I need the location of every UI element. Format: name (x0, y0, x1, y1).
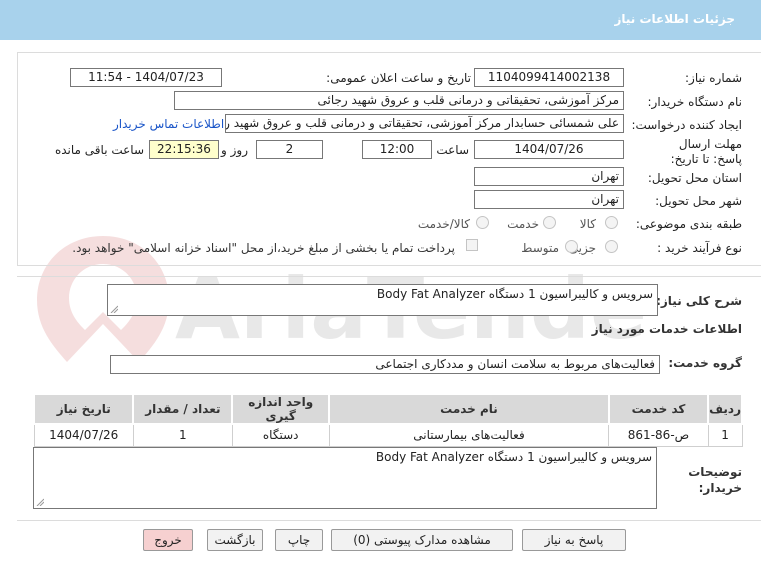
page-title: جزئیات اطلاعات نیاز (614, 12, 735, 26)
service-group-label: گروه خدمت: (668, 356, 742, 370)
requester-label: ایجاد کننده درخواست: (631, 118, 742, 132)
category-label: طبقه بندی موضوعی: (635, 217, 742, 231)
cell-unit: دستگاه (231, 423, 330, 447)
cell-row-number: 1 (707, 423, 743, 447)
process-medium-radio[interactable] (565, 240, 578, 253)
category-goods-radio[interactable] (605, 216, 618, 229)
cell-service-code: ص-86-861 (608, 423, 709, 447)
col-header-qty: تعداد / مقدار (132, 393, 234, 425)
service-group-field: فعالیت‌های مربوط به سلامت انسان و مددکار… (110, 355, 660, 374)
days-remaining-field: 2 (256, 140, 323, 159)
buyer-contact-link[interactable]: اطلاعات تماس خریدار (113, 117, 224, 131)
announce-label: تاریخ و ساعت اعلان عمومی: (326, 71, 471, 85)
services-table-header: ردیف کد خدمت نام خدمت واحد اندازه گیری ت… (32, 393, 743, 425)
services-section-title: اطلاعات خدمات مورد نیاز (591, 322, 742, 336)
back-button[interactable]: بازگشت (207, 529, 263, 551)
reply-button[interactable]: پاسخ به نیاز (522, 529, 626, 551)
resize-grip-icon[interactable] (36, 498, 44, 506)
province-field: تهران (474, 167, 624, 186)
view-attachments-button[interactable]: مشاهده مدارک پیوستی (0) (331, 529, 513, 551)
summary-field: سرویس و کالیبراسیون 1 دستگاه Body Fat An… (107, 284, 658, 316)
col-header-unit: واحد اندازه گیری (231, 393, 331, 425)
category-service-label: خدمت (507, 217, 539, 231)
buyer-org-label: نام دستگاه خریدار: (647, 95, 743, 109)
treasury-payment-note: پرداخت تمام یا بخشی از مبلغ خرید،از محل … (72, 241, 455, 255)
col-header-code: کد خدمت (607, 393, 710, 425)
summary-label: شرح کلی نیاز: (656, 294, 742, 308)
footer-divider (17, 520, 761, 521)
exit-button[interactable]: خروج (143, 529, 193, 551)
col-header-row: ردیف (707, 393, 743, 425)
process-medium-label: متوسط (521, 241, 559, 255)
col-header-date: تاریخ نیاز (32, 393, 135, 425)
buyer-notes-text: سرویس و کالیبراسیون 1 دستگاه Body Fat An… (375, 450, 652, 464)
deadline-date-field: 1404/07/26 (474, 140, 624, 159)
treasury-payment-checkbox[interactable] (466, 239, 478, 251)
remaining-time-field: 22:15:36 (149, 140, 219, 159)
need-number-label: شماره نیاز: (685, 71, 742, 85)
buyer-notes-field: سرویس و کالیبراسیون 1 دستگاه Body Fat An… (33, 447, 657, 509)
buyer-org-field: مرکز آموزشی، تحقیقاتی و درمانی قلب و عرو… (174, 91, 624, 110)
page-header: جزئیات اطلاعات نیاز (0, 0, 761, 40)
process-minor-radio[interactable] (605, 240, 618, 253)
city-field: تهران (474, 190, 624, 209)
category-goods-service-label: کالا/خدمت (417, 217, 470, 231)
deadline-time-field: 12:00 (362, 140, 432, 159)
table-row: 1 ص-86-861 فعالیت‌های بیمارستانی دستگاه … (33, 423, 743, 447)
col-header-name: نام خدمت (328, 393, 610, 425)
deadline-label: مهلت ارسال پاسخ: تا تاریخ: (670, 137, 742, 166)
cell-quantity: 1 (132, 423, 233, 447)
resize-grip-icon[interactable] (110, 305, 118, 313)
buyer-notes-label: توضیحات خریدار: (688, 465, 742, 495)
days-label: روز و (221, 143, 248, 157)
category-goods-service-radio[interactable] (476, 216, 489, 229)
deadline-time-label: ساعت (436, 143, 469, 157)
requester-field: علی شمسائی حسابدار مرکز آموزشی، تحقیقاتی… (225, 114, 624, 133)
remaining-time-label: ساعت باقی مانده (54, 143, 144, 157)
process-label: نوع فرآیند خرید : (657, 241, 742, 255)
announce-datetime-field: 1404/07/23 - 11:54 (70, 68, 222, 87)
category-goods-label: کالا (579, 217, 596, 231)
services-table: ردیف کد خدمت نام خدمت واحد اندازه گیری ت… (32, 393, 743, 447)
city-label: شهر محل تحویل: (655, 194, 742, 208)
need-number-field: 1104099414002138 (474, 68, 624, 87)
print-button[interactable]: چاپ (275, 529, 323, 551)
province-label: استان محل تحویل: (647, 171, 742, 185)
category-service-radio[interactable] (543, 216, 556, 229)
cell-service-name: فعالیت‌های بیمارستانی (328, 423, 610, 447)
section-divider (17, 276, 761, 277)
cell-need-date: 1404/07/26 (33, 423, 134, 447)
summary-text: سرویس و کالیبراسیون 1 دستگاه Body Fat An… (376, 287, 653, 301)
